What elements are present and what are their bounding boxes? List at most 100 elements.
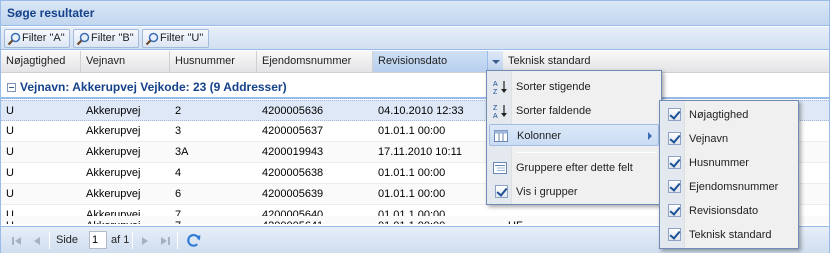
checkbox-checked-icon[interactable] [668,204,681,217]
group-label: Vejnavn: Akkerupvej Vejkode: 23 (9 Addre… [20,80,287,94]
filter-a-label: Filter "A" [22,32,65,44]
menu-item-label: Gruppere efter dette felt [516,162,633,174]
sort-ascending-icon: AZ [493,81,507,95]
checkbox-checked-icon[interactable] [668,180,681,193]
cell-ejendomsnummer: 4200005641 [257,216,373,224]
column-header-ejendomsnummer[interactable]: Ejendomsnummer [257,51,373,72]
pager-separator [132,232,133,249]
filter-u-button[interactable]: Filter "U" [142,29,209,48]
column-toggle-husnummer[interactable]: Husnummer [662,152,796,174]
cell-vejnavn: Akkerupvej [86,167,141,179]
checkbox-checked-icon[interactable] [668,132,681,145]
column-toggle-vejnavn[interactable]: Vejnavn [662,128,796,150]
cell-husnummer: 3A [175,146,189,158]
columns-icon [494,130,508,142]
filter-b-label: Filter "B" [91,32,134,44]
column-header-teknisk-standard[interactable]: Teknisk standard [503,51,829,72]
cell-ejendomsnummer: 4200005639 [262,188,324,200]
cell-vejnavn: Akkerupvej [86,105,141,117]
group-header-row[interactable]: Vejnavn: Akkerupvej Vejkode: 23 (9 Addre… [1,75,829,99]
menu-item-show-in-groups[interactable]: Vis i grupper [489,181,659,203]
menu-item-columns[interactable]: Kolonner [489,124,659,146]
column-header-vejnavn[interactable]: Vejnavn [81,51,170,72]
column-toggle-label: Revisionsdato [689,205,759,217]
refresh-icon[interactable] [185,232,202,249]
collapse-group-icon[interactable] [7,83,16,93]
cell-vejnavn: Akkerupvej [86,125,141,137]
pager-separator [177,232,178,249]
filter-b-button[interactable]: Filter "B" [73,29,139,48]
column-header-noejagtighed[interactable]: Nøjagtighed [1,51,81,72]
cell-noejagtighed: U [6,105,14,117]
svg-text:Z: Z [493,89,498,95]
menu-item-label: Kolonner [517,130,562,142]
column-context-menu: AZ Sorter stigende ZA Sorter faldende Ko… [486,70,662,205]
column-header-husnummer[interactable]: Husnummer [170,51,257,72]
panel-title: Søge resultater [1,1,829,26]
column-menu-trigger-icon[interactable] [487,51,503,72]
column-header-revisionsdato[interactable]: Revisionsdato [373,51,503,72]
cell-ejendomsnummer: 4200005636 [262,105,324,117]
cell-vejnavn: Akkerupvej [86,146,141,158]
column-toggle-ejendomsnummer[interactable]: Ejendomsnummer [662,176,796,198]
column-toggle-label: Teknisk standard [689,229,772,241]
cell-husnummer: 4 [175,167,182,179]
columns-submenu: Nøjagtighed Vejnavn Husnummer Ejendomsnu… [659,100,799,249]
cell-ejendomsnummer: 4200005637 [262,125,324,137]
magnifier-icon [76,32,90,46]
cell-husnummer: 7 [170,216,257,224]
menu-item-label: Sorter faldende [516,105,592,117]
menu-item-group-by-field[interactable]: Gruppere efter dette felt [489,157,659,179]
cell-revisionsdato: 17.11.2010 10:11 [378,146,463,158]
filter-u-label: Filter "U" [160,32,204,44]
svg-text:Z: Z [493,105,498,112]
column-toggle-revisionsdato[interactable]: Revisionsdato [662,200,796,222]
cell-teknisk-standard: UF [503,216,623,224]
submenu-arrow-icon [648,132,652,140]
magnifier-icon [145,32,159,46]
column-toggle-label: Ejendomsnummer [689,181,779,193]
page-count-label: af 1 [111,234,130,246]
cell-revisionsdato: 01.01.1 00:00 [378,125,446,137]
pager-separator [49,232,50,249]
last-page-icon[interactable] [158,234,172,248]
first-page-icon[interactable] [10,234,24,248]
menu-item-label: Vis i grupper [516,186,578,198]
cell-revisionsdato: 04.10.2010 12:33 [378,105,464,117]
cell-husnummer: 6 [175,188,182,200]
checkbox-checked-icon[interactable] [668,108,681,121]
cell-husnummer: 2 [175,105,182,117]
previous-page-icon[interactable] [30,234,44,248]
cell-ejendomsnummer: 4200005638 [262,167,324,179]
filter-a-button[interactable]: Filter "A" [4,29,70,48]
cell-husnummer: 3 [175,125,182,137]
page-label: Side [56,234,79,246]
cell-revisionsdato: 01.01.1 00:00 [378,188,446,200]
menu-item-sort-descending[interactable]: ZA Sorter faldende [489,100,659,122]
menu-item-sort-ascending[interactable]: AZ Sorter stigende [489,76,659,98]
checkbox-checked-icon[interactable] [668,156,681,169]
cell-vejnavn: Akkerupvej [86,188,141,200]
checkbox-checked-icon[interactable] [495,185,508,198]
column-toggle-label: Nøjagtighed [689,109,749,121]
cell-vejnavn: Akkerupvej [81,216,170,224]
group-by-icon [493,162,507,174]
menu-separator [516,152,657,153]
cell-noejagtighed: U [6,125,14,137]
cell-noejagtighed: U [6,146,14,158]
column-toggle-label: Vejnavn [689,133,729,145]
svg-text:A: A [493,113,498,119]
page-number-input[interactable] [89,231,107,249]
cell-noejagtighed: U [1,216,81,224]
grid-header: Nøjagtighed Vejnavn Husnummer Ejendomsnu… [1,51,829,73]
cell-noejagtighed: U [6,167,14,179]
cell-revisionsdato: 01.01.1 00:00 [378,167,446,179]
sort-descending-icon: ZA [493,105,507,119]
column-toggle-teknisk-standard[interactable]: Teknisk standard [662,224,796,246]
cell-ejendomsnummer: 4200019943 [262,146,324,158]
column-toggle-noejagtighed[interactable]: Nøjagtighed [662,104,796,126]
column-toggle-label: Husnummer [689,157,749,169]
next-page-icon[interactable] [138,234,152,248]
menu-item-label: Sorter stigende [516,81,591,93]
checkbox-checked-icon[interactable] [668,228,681,241]
